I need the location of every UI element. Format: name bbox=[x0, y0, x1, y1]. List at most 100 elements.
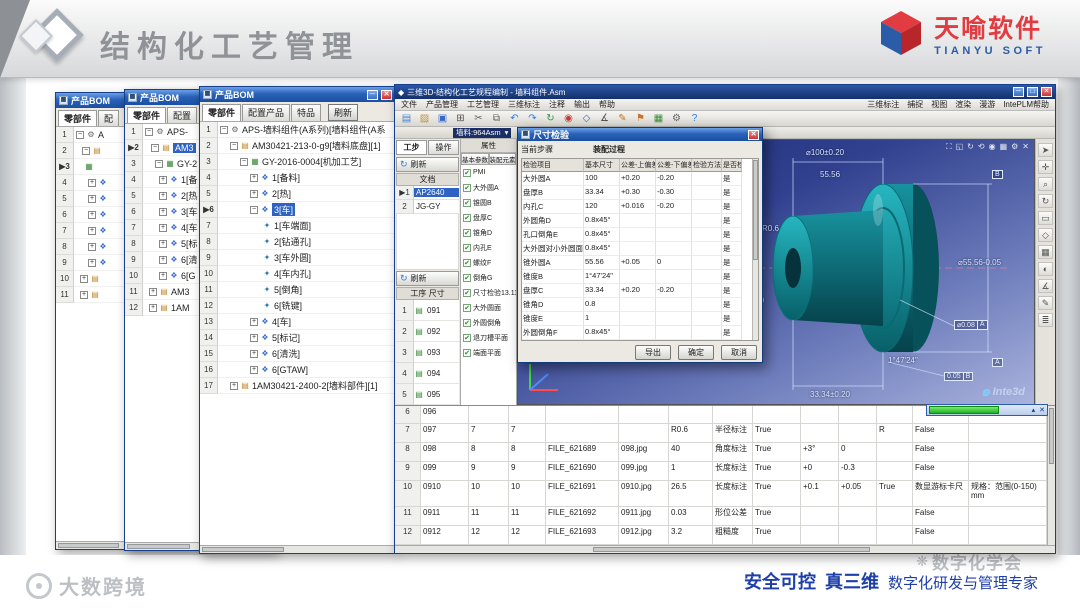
menu-item[interactable]: 文件 bbox=[401, 99, 417, 110]
redo-icon[interactable]: ↷ bbox=[526, 113, 539, 125]
dialog-button[interactable]: 确定 bbox=[678, 345, 714, 360]
prop-item[interactable]: ✔ 倒角G bbox=[461, 270, 516, 285]
menu-item[interactable]: 工艺管理 bbox=[467, 99, 499, 110]
rotate-icon[interactable]: ↻ bbox=[1038, 194, 1053, 208]
tree-toggle[interactable]: + bbox=[159, 175, 167, 184]
tree-toggle[interactable]: + bbox=[250, 189, 258, 198]
tree-toggle[interactable]: + bbox=[159, 191, 167, 200]
shade-icon[interactable]: ◐ bbox=[1038, 262, 1053, 276]
tree-row[interactable]: 5 + 2[热] bbox=[200, 185, 395, 202]
vertical-scrollbar[interactable] bbox=[1047, 406, 1055, 545]
center-icon[interactable]: ◉ bbox=[989, 142, 996, 152]
prop-item[interactable]: ✔ 内孔E bbox=[461, 240, 516, 255]
table-row[interactable]: 7 097 7 7 R0.6 半径标注 True R False bbox=[395, 424, 1047, 443]
pan-icon[interactable]: ✛ bbox=[1038, 160, 1053, 174]
tab[interactable]: 零部件 bbox=[202, 104, 242, 121]
menu-item[interactable]: 漫游 bbox=[979, 99, 995, 110]
close-view-icon[interactable]: ✕ bbox=[1022, 142, 1029, 152]
record-icon[interactable]: ◉ bbox=[562, 113, 575, 125]
minimize-button[interactable]: ─ bbox=[1013, 87, 1024, 97]
window-titlebar[interactable]: ▦ 产品BOM ─ ✕ bbox=[200, 87, 395, 102]
tree-row[interactable]: 2 − AM30421-213-0-g9[墙料底盘][1] bbox=[200, 137, 395, 154]
refresh-button-2[interactable]: ↻ 刷新 bbox=[396, 271, 459, 286]
dialog-close-button[interactable]: ✕ bbox=[748, 129, 759, 140]
tab[interactable]: 配置 bbox=[167, 107, 198, 123]
tree-toggle[interactable]: − bbox=[230, 141, 238, 150]
select-icon[interactable]: ➤ bbox=[1038, 143, 1053, 157]
prop-item[interactable]: ✔ 外圆倒角 bbox=[461, 315, 516, 330]
prop-item[interactable]: ✔ 盘厚C bbox=[461, 210, 516, 225]
prop-item[interactable]: ✔ 退刀槽平面 bbox=[461, 330, 516, 345]
tab[interactable]: 基本参数 bbox=[461, 153, 489, 165]
tree-toggle[interactable]: + bbox=[88, 242, 96, 251]
scrollbar-thumb[interactable] bbox=[1049, 408, 1054, 464]
fit-icon[interactable]: ⛶ bbox=[946, 142, 952, 152]
scrollbar-thumb[interactable] bbox=[593, 547, 871, 552]
tree-toggle[interactable]: + bbox=[80, 290, 88, 299]
settings-icon[interactable]: ⚙ bbox=[670, 113, 683, 125]
dialog-row[interactable]: 外圆角D 0.8x45° 是 bbox=[522, 214, 758, 228]
menu-item[interactable]: 三维标注 bbox=[508, 99, 540, 110]
tab[interactable]: 配置产品 bbox=[242, 104, 291, 121]
checkbox-checked-icon[interactable]: ✔ bbox=[463, 303, 471, 312]
table-row[interactable]: 8 098 8 8 FILE_621689 098.jpg 40 角度标注 Tr… bbox=[395, 443, 1047, 462]
tree-toggle[interactable]: + bbox=[159, 239, 167, 248]
tab[interactable]: 工步 bbox=[396, 140, 427, 155]
tree-row[interactable]: 14 + 5[标记] bbox=[200, 329, 395, 346]
prop-item[interactable]: ✔ PMI bbox=[461, 165, 516, 180]
dialog-button[interactable]: 导出 bbox=[635, 345, 671, 360]
tree-toggle[interactable]: + bbox=[250, 365, 258, 374]
tab[interactable]: 零部件 bbox=[58, 110, 98, 126]
tree-toggle[interactable]: + bbox=[88, 178, 96, 187]
new-icon[interactable]: ▤ bbox=[400, 113, 413, 125]
checkbox-checked-icon[interactable]: ✔ bbox=[463, 288, 471, 297]
dialog-row[interactable]: 外圆倒角F 0.8x45° 是 bbox=[522, 326, 758, 340]
table-row[interactable]: 12 0912 12 12 FILE_621693 0912.jpg 3.2 粗… bbox=[395, 526, 1047, 545]
tree-toggle[interactable]: − bbox=[220, 125, 228, 134]
tree-toggle[interactable]: + bbox=[159, 255, 167, 264]
dialog-button[interactable]: 取消 bbox=[721, 345, 757, 360]
op-row[interactable]: 5 ▤ 095 bbox=[396, 383, 459, 405]
tree-toggle[interactable]: − bbox=[76, 130, 84, 139]
dialog-row[interactable]: 锥外圆A 55.56 +0.05 0 是 bbox=[522, 256, 758, 270]
tree-toggle[interactable]: + bbox=[149, 303, 157, 312]
tab[interactable]: 装配元素 bbox=[488, 153, 516, 165]
popup-up-icon[interactable]: ▴ bbox=[1030, 406, 1038, 414]
tree-row[interactable]: 12 6[铣键] bbox=[200, 297, 395, 314]
tree-row[interactable]: 7 1[车端面] bbox=[200, 217, 395, 234]
table-row[interactable]: 11 0911 11 11 FILE_621692 0911.jpg 0.03 … bbox=[395, 507, 1047, 526]
tree-toggle[interactable]: + bbox=[88, 210, 96, 219]
tree-toggle[interactable]: + bbox=[88, 194, 96, 203]
close-button[interactable]: ✕ bbox=[1041, 87, 1052, 97]
tree-toggle[interactable]: + bbox=[250, 173, 258, 182]
tree-toggle[interactable]: − bbox=[145, 127, 153, 136]
scrollbar-thumb[interactable] bbox=[58, 543, 120, 548]
tree-toggle[interactable]: + bbox=[250, 333, 258, 342]
refresh-button[interactable]: ↻ 刷新 bbox=[396, 157, 459, 172]
model-combo[interactable]: 墙料:964Asm ▾ bbox=[453, 127, 512, 138]
zoom-icon[interactable]: ⌕ bbox=[1038, 177, 1053, 191]
table-row[interactable]: 10 0910 10 10 FILE_621691 0910.jpg 26.5 … bbox=[395, 481, 1047, 507]
tree-row[interactable]: 4 + 1[备料] bbox=[200, 169, 395, 186]
copy-icon[interactable]: ⧉ bbox=[490, 113, 503, 125]
rotate-icon[interactable]: ↻ bbox=[967, 142, 974, 152]
menu-item[interactable]: 注释 bbox=[549, 99, 565, 110]
view-settings-icon[interactable]: ⚙ bbox=[1011, 142, 1018, 152]
scrollbar-thumb[interactable] bbox=[753, 160, 758, 260]
menu-item[interactable]: IntePLM帮助 bbox=[1003, 99, 1049, 110]
prop-item[interactable]: ✔ 大外圆A bbox=[461, 180, 516, 195]
tree-toggle[interactable]: + bbox=[88, 258, 96, 267]
checkbox-checked-icon[interactable]: ✔ bbox=[463, 333, 471, 342]
op-row[interactable]: 1 ▤ 091 bbox=[396, 299, 459, 321]
tree-row[interactable]: 11 5[倒角] bbox=[200, 281, 395, 298]
tree-toggle[interactable]: + bbox=[159, 223, 167, 232]
menu-item[interactable]: 捕捉 bbox=[907, 99, 923, 110]
flag-icon[interactable]: ⚑ bbox=[634, 113, 647, 125]
prop-item[interactable]: ✔ 锥角D bbox=[461, 225, 516, 240]
tree-toggle[interactable]: + bbox=[80, 274, 88, 283]
tree-row[interactable]: 8 2[钻通孔] bbox=[200, 233, 395, 250]
tree-toggle[interactable]: + bbox=[250, 349, 258, 358]
doc-row[interactable]: 2 JG-GY bbox=[396, 199, 459, 214]
layers-icon[interactable]: ≣ bbox=[1038, 313, 1053, 327]
tree-toggle[interactable]: + bbox=[250, 317, 258, 326]
